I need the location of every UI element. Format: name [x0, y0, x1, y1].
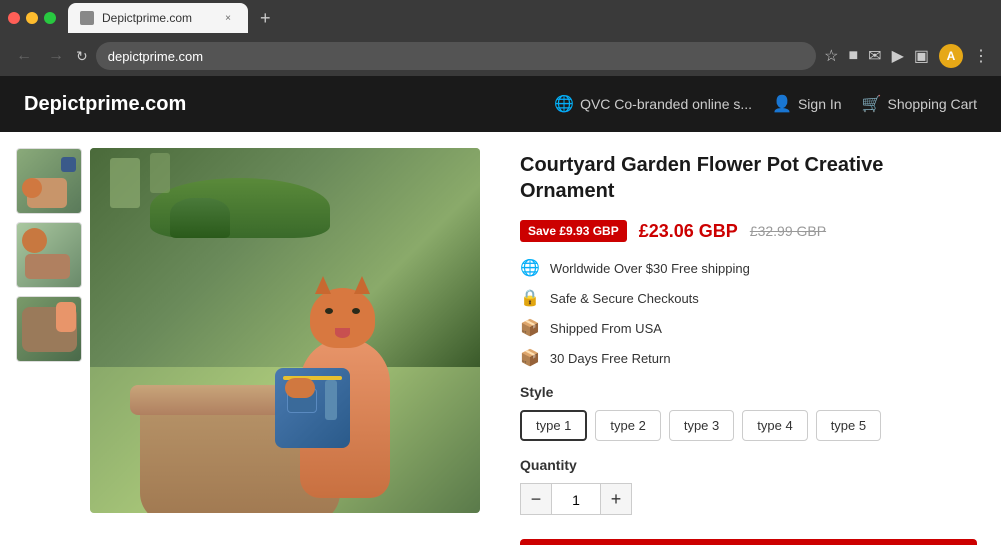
address-bar-row: ← → ↻ ☆ ■ ✉ ▶ ▣ A ⋮: [0, 36, 1001, 76]
original-price: £32.99 GBP: [750, 223, 826, 239]
cart-icon: 🛒: [862, 94, 882, 114]
features-list: 🌐 Worldwide Over $30 Free shipping 🔒 Saf…: [520, 258, 977, 368]
feature-secure: 🔒 Safe & Secure Checkouts: [520, 288, 977, 308]
nav-cart-label: Shopping Cart: [887, 96, 977, 112]
new-tab-button[interactable]: +: [252, 8, 279, 29]
quantity-label: Quantity: [520, 457, 977, 473]
save-badge: Save £9.93 GBP: [520, 220, 627, 242]
site-header: Depictprime.com 🌐 QVC Co-branded online …: [0, 76, 1001, 132]
quantity-section: Quantity − 1 +: [520, 457, 977, 515]
price-row: Save £9.93 GBP £23.06 GBP £32.99 GBP: [520, 220, 977, 242]
current-price: £23.06 GBP: [639, 221, 738, 242]
style-type4-button[interactable]: type 4: [742, 410, 807, 441]
thumbnail-2[interactable]: [16, 222, 82, 288]
site-logo[interactable]: Depictprime.com: [24, 93, 554, 116]
quantity-control: − 1 +: [520, 483, 977, 515]
globe-icon: 🌐: [554, 94, 574, 114]
thumbnail-1[interactable]: [16, 148, 82, 214]
quantity-plus-button[interactable]: +: [600, 483, 632, 515]
feature-usa-text: Shipped From USA: [550, 321, 662, 336]
box-icon: 📦: [520, 318, 540, 338]
devices-icon[interactable]: ▣: [914, 46, 929, 66]
feature-shipping-text: Worldwide Over $30 Free shipping: [550, 261, 750, 276]
window-close-button[interactable]: [8, 12, 20, 24]
refresh-button[interactable]: ↻: [76, 48, 88, 65]
style-options: type 1 type 2 type 3 type 4 type 5: [520, 410, 977, 441]
media-icon[interactable]: ▶: [892, 46, 904, 66]
thumbnail-3[interactable]: [16, 296, 82, 362]
style-type3-button[interactable]: type 3: [669, 410, 734, 441]
back-button[interactable]: ←: [12, 45, 36, 67]
return-icon: 📦: [520, 348, 540, 368]
bookmark-icon[interactable]: ☆: [824, 46, 838, 66]
address-input[interactable]: [96, 42, 816, 70]
feature-return-text: 30 Days Free Return: [550, 351, 671, 366]
tab-title: Depictprime.com: [102, 11, 192, 25]
extension-icon[interactable]: ■: [848, 47, 858, 65]
style-type5-button[interactable]: type 5: [816, 410, 881, 441]
nav-item-qvc[interactable]: 🌐 QVC Co-branded online s...: [554, 94, 752, 114]
active-tab[interactable]: Depictprime.com ×: [68, 3, 248, 33]
thumbnails: [16, 148, 82, 529]
browser-actions: ☆ ■ ✉ ▶ ▣ A ⋮: [824, 44, 989, 68]
profile-avatar[interactable]: A: [939, 44, 963, 68]
bell-icon[interactable]: ✉: [868, 46, 881, 66]
site-nav: 🌐 QVC Co-branded online s... 👤 Sign In 🛒…: [554, 94, 977, 114]
nav-item-cart[interactable]: 🛒 Shopping Cart: [862, 94, 977, 114]
tab-favicon: [80, 11, 94, 25]
feature-usa: 📦 Shipped From USA: [520, 318, 977, 338]
gallery-section: [0, 132, 496, 545]
forward-button[interactable]: →: [44, 45, 68, 67]
quantity-minus-button[interactable]: −: [520, 483, 552, 515]
tab-close-button[interactable]: ×: [220, 10, 236, 26]
style-label: Style: [520, 384, 977, 400]
feature-shipping: 🌐 Worldwide Over $30 Free shipping: [520, 258, 977, 278]
user-icon: 👤: [772, 94, 792, 114]
quantity-value: 1: [552, 483, 600, 515]
main-product-image: [90, 148, 480, 513]
nav-signin-label: Sign In: [798, 96, 842, 112]
nav-item-signin[interactable]: 👤 Sign In: [772, 94, 842, 114]
product-title: Courtyard Garden Flower Pot Creative Orn…: [520, 152, 977, 204]
lock-icon: 🔒: [520, 288, 540, 308]
feature-secure-text: Safe & Secure Checkouts: [550, 291, 699, 306]
window-maximize-button[interactable]: [44, 12, 56, 24]
browser-chrome: Depictprime.com × + ← → ↻ ☆ ■ ✉ ▶ ▣ A ⋮: [0, 0, 1001, 76]
style-type1-button[interactable]: type 1: [520, 410, 587, 441]
globe-feature-icon: 🌐: [520, 258, 540, 278]
add-to-cart-button[interactable]: Add to cart: [520, 539, 977, 545]
product-info: Courtyard Garden Flower Pot Creative Orn…: [496, 132, 1001, 545]
nav-qvc-label: QVC Co-branded online s...: [580, 96, 752, 112]
menu-icon[interactable]: ⋮: [973, 46, 989, 66]
style-type2-button[interactable]: type 2: [595, 410, 660, 441]
window-minimize-button[interactable]: [26, 12, 38, 24]
tab-bar: Depictprime.com × +: [0, 0, 1001, 36]
feature-return: 📦 30 Days Free Return: [520, 348, 977, 368]
main-content: Courtyard Garden Flower Pot Creative Orn…: [0, 132, 1001, 545]
